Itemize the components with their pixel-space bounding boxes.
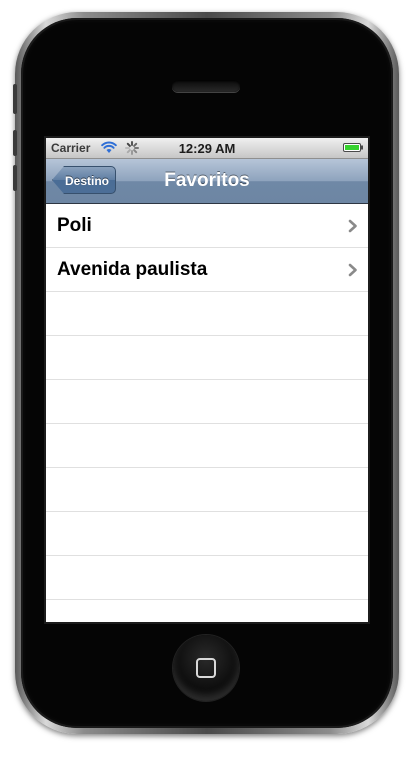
chevron-right-icon: [348, 219, 357, 233]
home-button[interactable]: [173, 635, 239, 701]
empty-row: [46, 336, 368, 380]
empty-row: [46, 468, 368, 512]
empty-row: [46, 556, 368, 600]
chevron-right-icon: [348, 263, 357, 277]
navigation-bar: Destino Favoritos: [46, 159, 368, 204]
empty-row: [46, 512, 368, 556]
favorite-label: Poli: [57, 215, 92, 236]
favorites-table: Poli Avenida paulista: [46, 204, 368, 622]
favorite-label: Avenida paulista: [57, 259, 208, 280]
volume-down-button: [13, 165, 17, 191]
back-button[interactable]: Destino: [52, 166, 116, 194]
empty-row: [46, 424, 368, 468]
empty-row: [46, 600, 368, 622]
favorite-row-poli[interactable]: Poli: [46, 204, 368, 248]
status-time: 12:29 AM: [178, 141, 236, 156]
earpiece-speaker: [172, 80, 240, 92]
screen: Carrier 12:29 AM Destino Favoritos Poli …: [46, 138, 368, 622]
battery-icon: [343, 143, 363, 152]
page-title: Favoritos: [164, 170, 250, 191]
status-bar: Carrier 12:29 AM: [46, 138, 368, 159]
volume-up-button: [13, 130, 17, 156]
mute-switch: [13, 84, 17, 114]
favorite-row-avenida-paulista[interactable]: Avenida paulista: [46, 248, 368, 292]
empty-row: [46, 380, 368, 424]
home-square-icon: [196, 658, 216, 678]
empty-row: [46, 292, 368, 336]
